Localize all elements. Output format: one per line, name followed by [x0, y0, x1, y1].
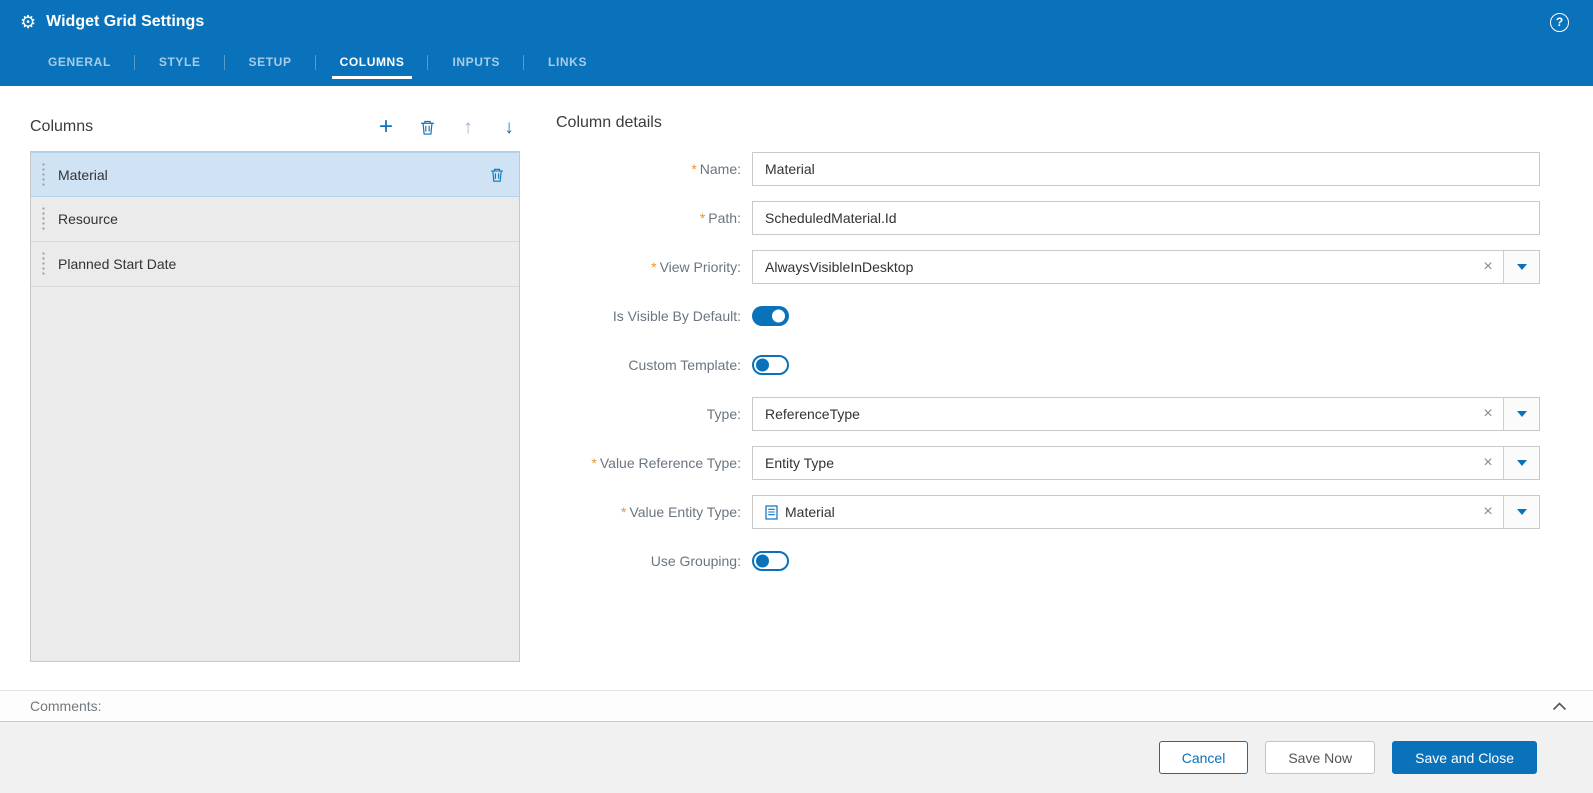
drag-handle-icon[interactable]	[41, 206, 46, 232]
field-value-reference-type: *Value Reference Type: ×	[556, 446, 1540, 480]
arrow-up-icon: ↑	[463, 118, 473, 137]
add-column-button[interactable]: +	[375, 116, 397, 138]
gear-icon: ⚙	[20, 13, 36, 31]
chevron-down-icon[interactable]	[1503, 398, 1539, 430]
field-label: Use Grouping:	[651, 553, 741, 569]
column-details-panel: Column details *Name: *Path: *View Prior…	[520, 114, 1540, 690]
field-label: Value Entity Type:	[629, 504, 741, 520]
footer-actions: Cancel Save Now Save and Close	[0, 722, 1593, 793]
comments-label: Comments:	[30, 698, 102, 714]
tab-general[interactable]: GENERAL	[24, 50, 135, 79]
field-view-priority: *View Priority: ×	[556, 250, 1540, 284]
chevron-down-icon[interactable]	[1503, 496, 1539, 528]
save-and-close-button[interactable]: Save and Close	[1392, 741, 1537, 774]
value-entity-type-dropdown[interactable]: Material ×	[752, 495, 1540, 529]
field-custom-template: Custom Template:	[556, 348, 1540, 382]
trash-icon	[489, 167, 505, 183]
list-item-resource[interactable]: Resource	[31, 197, 519, 242]
tab-bar: GENERAL STYLE SETUP COLUMNS INPUTS LINKS	[0, 44, 1593, 86]
list-item-label: Resource	[58, 211, 118, 227]
tab-inputs[interactable]: INPUTS	[428, 50, 524, 79]
drag-handle-icon[interactable]	[41, 251, 46, 277]
required-marker: *	[700, 210, 705, 226]
list-item-planned-start-date[interactable]: Planned Start Date	[31, 242, 519, 287]
delete-column-button[interactable]	[416, 116, 438, 138]
field-label: Name:	[700, 161, 741, 177]
list-item-label: Material	[58, 167, 108, 183]
required-marker: *	[591, 455, 596, 471]
tab-style[interactable]: STYLE	[135, 50, 225, 79]
save-now-button[interactable]: Save Now	[1265, 741, 1375, 774]
is-visible-by-default-toggle[interactable]	[752, 306, 789, 326]
use-grouping-toggle[interactable]	[752, 551, 789, 571]
plus-icon: +	[379, 115, 393, 139]
entity-type-icon	[765, 505, 778, 520]
field-value-entity-type: *Value Entity Type: Material ×	[556, 495, 1540, 529]
list-item-label: Planned Start Date	[58, 256, 176, 272]
columns-list: Material Resource Planned Start Date	[30, 151, 520, 662]
field-use-grouping: Use Grouping:	[556, 544, 1540, 578]
comments-bar: Comments:	[0, 690, 1593, 722]
chevron-up-icon[interactable]	[1552, 702, 1567, 711]
name-input[interactable]	[752, 152, 1540, 186]
field-type: Type: ×	[556, 397, 1540, 431]
delete-row-button[interactable]	[489, 167, 505, 183]
chevron-down-icon[interactable]	[1503, 447, 1539, 479]
type-value[interactable]	[753, 398, 1473, 430]
toggle-knob	[756, 555, 769, 568]
tab-links[interactable]: LINKS	[524, 50, 611, 79]
arrow-down-icon: ↓	[504, 118, 514, 137]
columns-panel-title: Columns	[30, 118, 93, 136]
value-entity-type-value[interactable]: Material	[753, 496, 1473, 528]
details-title: Column details	[556, 114, 1540, 132]
move-up-button[interactable]: ↑	[457, 116, 479, 138]
custom-template-toggle[interactable]	[752, 355, 789, 375]
value-reference-type-value[interactable]	[753, 447, 1473, 479]
clear-icon[interactable]: ×	[1473, 398, 1503, 430]
trash-icon	[419, 119, 436, 136]
drag-handle-icon[interactable]	[41, 162, 46, 188]
help-icon[interactable]: ?	[1550, 13, 1569, 32]
field-path: *Path:	[556, 201, 1540, 235]
clear-icon[interactable]: ×	[1473, 447, 1503, 479]
list-item-material[interactable]: Material	[31, 152, 519, 197]
required-marker: *	[621, 504, 626, 520]
titlebar: ⚙ Widget Grid Settings ?	[0, 0, 1593, 44]
field-label: Custom Template:	[628, 357, 741, 373]
toggle-knob	[772, 310, 785, 323]
chevron-down-icon[interactable]	[1503, 251, 1539, 283]
dialog-title: Widget Grid Settings	[46, 13, 204, 31]
field-label: Value Reference Type:	[600, 455, 741, 471]
columns-panel: Columns + ↑ ↓ Material	[30, 114, 520, 690]
field-label: Path:	[708, 210, 741, 226]
clear-icon[interactable]: ×	[1473, 251, 1503, 283]
tab-setup[interactable]: SETUP	[225, 50, 316, 79]
main-content: Columns + ↑ ↓ Material	[0, 86, 1593, 690]
tab-columns[interactable]: COLUMNS	[316, 50, 429, 79]
view-priority-value[interactable]	[753, 251, 1473, 283]
field-label: Type:	[707, 406, 741, 422]
path-input[interactable]	[752, 201, 1540, 235]
required-marker: *	[691, 161, 696, 177]
columns-toolbar: + ↑ ↓	[375, 116, 520, 138]
clear-icon[interactable]: ×	[1473, 496, 1503, 528]
view-priority-dropdown[interactable]: ×	[752, 250, 1540, 284]
value-reference-type-dropdown[interactable]: ×	[752, 446, 1540, 480]
field-name: *Name:	[556, 152, 1540, 186]
type-dropdown[interactable]: ×	[752, 397, 1540, 431]
field-is-visible-by-default: Is Visible By Default:	[556, 299, 1540, 333]
move-down-button[interactable]: ↓	[498, 116, 520, 138]
toggle-knob	[756, 359, 769, 372]
cancel-button[interactable]: Cancel	[1159, 741, 1249, 774]
required-marker: *	[651, 259, 656, 275]
field-label: Is Visible By Default:	[613, 308, 741, 324]
field-label: View Priority:	[660, 259, 741, 275]
